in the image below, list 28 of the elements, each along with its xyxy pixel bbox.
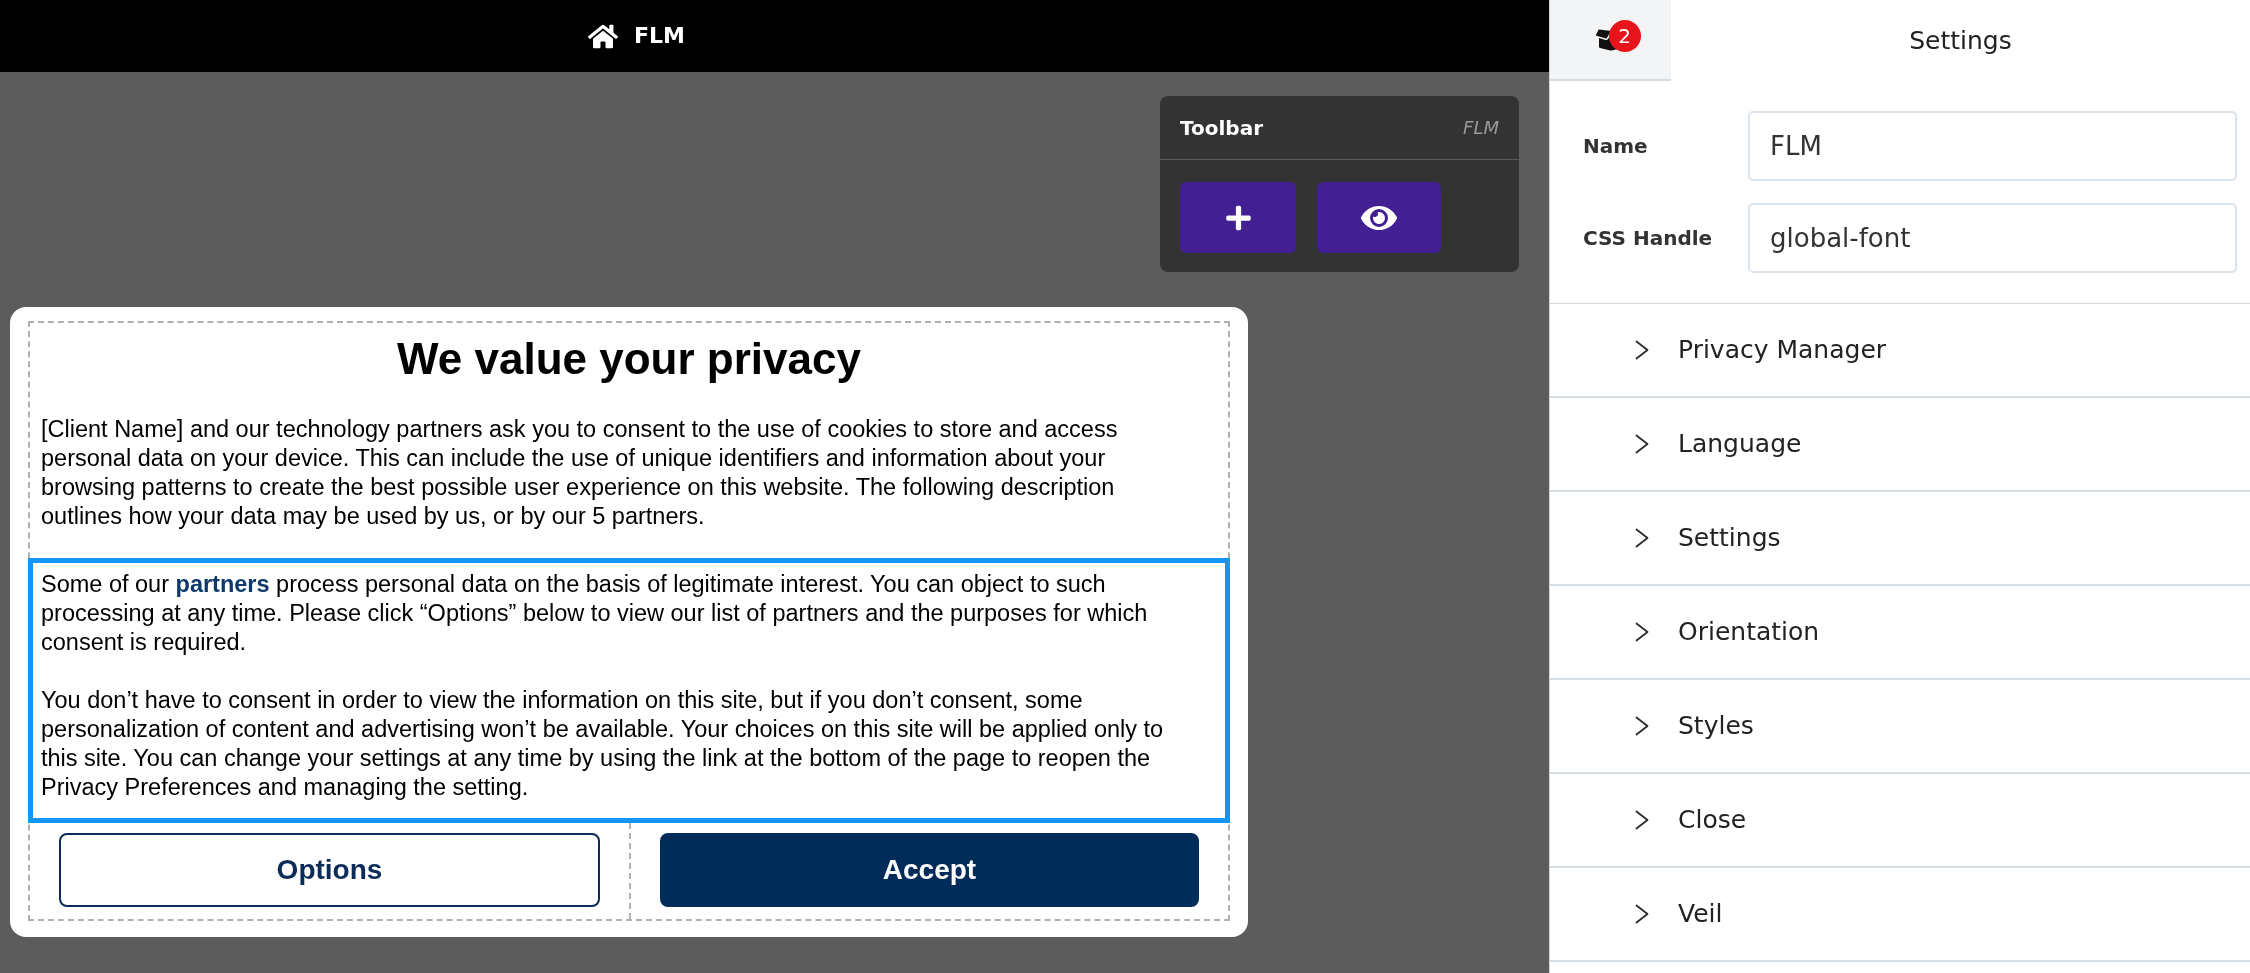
preview-button[interactable]: [1317, 182, 1441, 253]
text-input[interactable]: global-font: [1748, 203, 2237, 273]
app-title: FLM: [634, 25, 685, 47]
field-label: Name: [1583, 133, 1649, 160]
plus-icon: [1225, 203, 1251, 232]
home-icon[interactable]: [588, 22, 618, 50]
accordion-item[interactable]: Close: [1550, 774, 2250, 868]
accordion-item[interactable]: Language: [1550, 398, 2250, 492]
toolbar-tag: FLM: [1463, 114, 1499, 141]
text-input[interactable]: FLM: [1748, 111, 2237, 181]
add-button[interactable]: [1180, 182, 1296, 253]
panel-title: Settings: [1909, 24, 2012, 57]
accept-button[interactable]: Accept: [660, 833, 1199, 907]
intro-paragraph: [Client Name] and our technology partners ask you to consent to the use of cookies to store and access personal data on your device. This can include the use of unique identifiers and information about your browsing patterns to create the best possible user experience on this website. The following description outlines how your data may be used by us, or by our 5 partners.: [40, 415, 1119, 531]
notice-paragraph: Some of our partners process personal data on the basis of legitimate interest. You can object to such processing at any time. Please click “Options” below to view our list of partners and the purposes for which consent is required.: [41, 570, 1149, 657]
accordion-item[interactable]: Privacy Manager: [1550, 304, 2250, 398]
accordion-item[interactable]: Styles: [1550, 680, 2250, 774]
notice-paragraph: You don’t have to consent in order to view the information on this site, but if you don’t consent, some personalization of content and advertising won’t be available. Your choices on this site will be applied only to this site. You can change your settings at any time by using the link at the bottom of the page to reopen the Privacy Preferences and managing the setting.: [41, 686, 1165, 802]
toolbar-title: Toolbar: [1180, 114, 1263, 142]
dialog-title: We value your privacy: [396, 333, 862, 385]
accordion-item[interactable]: Settings: [1550, 492, 2250, 586]
accordion-item[interactable]: Veil: [1550, 868, 2250, 962]
text-link[interactable]: partners: [175, 571, 270, 597]
accordion-item[interactable]: Orientation: [1550, 586, 2250, 680]
field-label: CSS Handle: [1583, 225, 1714, 252]
notification-badge: 2: [1608, 19, 1641, 52]
options-button[interactable]: Options: [59, 833, 600, 907]
panel-tab[interactable]: 2: [1550, 0, 1671, 81]
